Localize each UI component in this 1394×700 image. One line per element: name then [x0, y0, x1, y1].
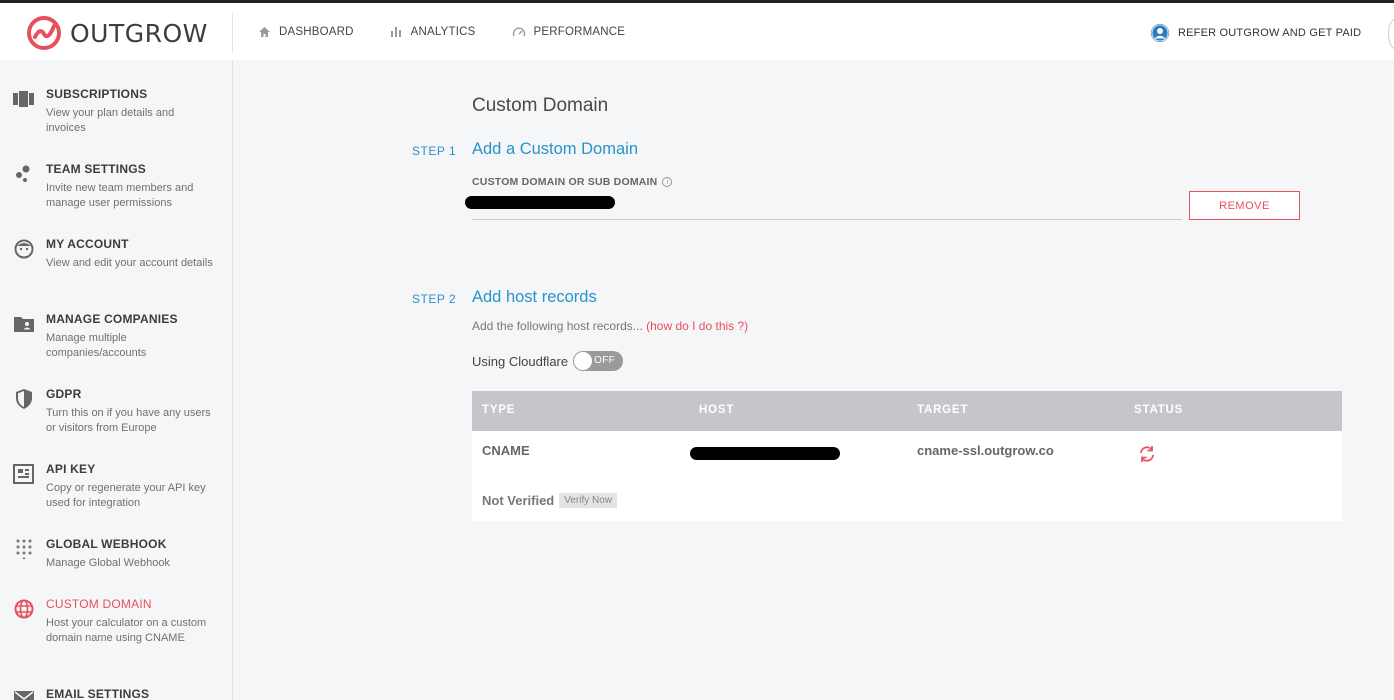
sidebar-item-desc: Turn this on if you have any users or vi… [46, 407, 211, 434]
nav-label: DASHBOARD [279, 25, 354, 38]
sidebar-item-title: EMAIL SETTINGS [46, 687, 150, 700]
user-avatar[interactable] [1388, 19, 1394, 49]
nav-performance[interactable]: PERFORMANCE [512, 26, 626, 38]
toggle-state: OFF [594, 355, 616, 366]
team-icon [16, 165, 30, 182]
outgrow-logo-icon [27, 16, 61, 50]
verification-status: Not Verified Verify Now [482, 493, 618, 508]
help-text: Add the following host records... [472, 319, 643, 333]
sidebar-item-desc: Host your calculator on a custom domain … [46, 617, 207, 644]
custom-domain-label: CUSTOM DOMAIN OR SUB DOMAIN i [472, 176, 673, 188]
cloudflare-setting: Using Cloudflare OFF [472, 351, 624, 371]
col-target: TARGET [917, 404, 969, 416]
dots-grid-icon [16, 539, 32, 559]
home-icon [259, 26, 270, 37]
sidebar-item-desc: View your plan details and invoices [46, 107, 175, 134]
host-records-table: TYPE HOST TARGET STATUS CNAME cname-ssl.… [472, 391, 1342, 521]
remove-button[interactable]: REMOVE [1189, 191, 1300, 220]
table-header: TYPE HOST TARGET STATUS [472, 391, 1342, 431]
step-1-title: Add a Custom Domain [472, 140, 638, 158]
main-nav: DASHBOARD ANALYTICS PERFORMANCE [258, 3, 661, 60]
verify-now-button[interactable]: Verify Now [559, 493, 618, 508]
refer-label: REFER OUTGROW AND GET PAID [1178, 27, 1362, 39]
sidebar-item-title: GDPR [46, 387, 82, 401]
folder-user-icon [14, 317, 34, 332]
refresh-icon[interactable] [1137, 444, 1157, 464]
sidebar-item-title: CUSTOM DOMAIN [46, 597, 152, 611]
brand-name: OUTGROW [70, 18, 208, 48]
toggle-knob [574, 352, 593, 370]
bar-chart-icon [390, 26, 401, 37]
envelope-icon [14, 691, 34, 700]
sidebar-item-title: MY ACCOUNT [46, 237, 129, 251]
speedometer-icon [512, 27, 525, 36]
face-icon [14, 239, 34, 259]
subscriptions-icon [13, 91, 34, 107]
top-bar: OUTGROW DASHBOARD ANALYTICS PERFORMANCE … [0, 0, 1394, 60]
redacted-host [690, 447, 840, 460]
sidebar-item-title: GLOBAL WEBHOOK [46, 537, 167, 551]
step-1-label: STEP 1 [412, 144, 457, 158]
col-host: HOST [699, 404, 735, 416]
step-2-title: Add host records [472, 288, 597, 306]
sidebar-item-desc: View and edit your account details [46, 257, 213, 269]
info-icon[interactable]: i [662, 177, 673, 187]
cloudflare-toggle[interactable]: OFF [573, 351, 624, 371]
custom-domain-label-text: CUSTOM DOMAIN OR SUB DOMAIN [472, 176, 658, 188]
step-2-label: STEP 2 [412, 292, 457, 306]
settings-sidebar: SUBSCRIPTIONS View your plan details and… [0, 60, 233, 700]
not-verified-text: Not Verified [482, 493, 555, 508]
record-target: cname-ssl.outgrow.co [917, 443, 1054, 458]
refer-link[interactable]: REFER OUTGROW AND GET PAID [1150, 23, 1361, 43]
user-circle-icon [1151, 24, 1169, 42]
nav-dashboard[interactable]: DASHBOARD [258, 26, 354, 38]
record-type: CNAME [482, 443, 530, 458]
sidebar-item-title: MANAGE COMPANIES [46, 312, 178, 326]
cloudflare-label: Using Cloudflare [472, 353, 569, 369]
sidebar-item-desc: Manage Global Webhook [46, 557, 170, 569]
how-to-link[interactable]: (how do I do this ?) [646, 319, 748, 333]
sidebar-item-desc: Manage multiple companies/accounts [46, 332, 147, 359]
nav-label: PERFORMANCE [533, 25, 626, 38]
page-title: Custom Domain [472, 95, 609, 116]
main-content: Custom Domain STEP 1 Add a Custom Domain… [233, 60, 1394, 700]
shield-icon [16, 389, 32, 409]
sidebar-item-title: SUBSCRIPTIONS [46, 87, 148, 101]
topbar-divider [232, 13, 233, 53]
sidebar-item-title: API KEY [46, 462, 96, 476]
nav-label: ANALYTICS [410, 25, 476, 38]
col-type: TYPE [482, 404, 516, 416]
sidebar-item-desc: Copy or regenerate your API key used for… [46, 482, 206, 509]
sidebar-item-title: TEAM SETTINGS [46, 162, 146, 176]
nav-analytics[interactable]: ANALYTICS [390, 26, 476, 38]
redacted-domain [465, 196, 615, 209]
globe-icon [14, 599, 34, 619]
outgrow-logo[interactable]: OUTGROW [26, 15, 208, 51]
host-records-help: Add the following host records... (how d… [472, 319, 748, 333]
api-key-icon [13, 464, 34, 484]
sidebar-item-desc: Invite new team members and manage user … [46, 182, 194, 209]
col-status: STATUS [1134, 404, 1184, 416]
